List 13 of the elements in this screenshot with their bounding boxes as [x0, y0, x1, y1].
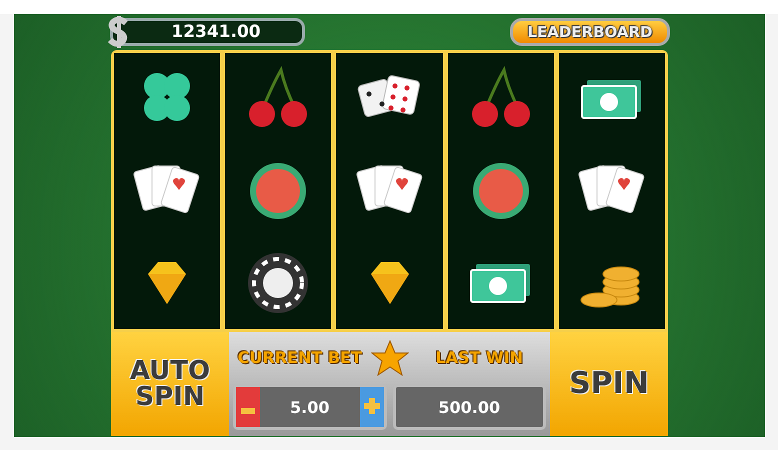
current-bet-label: CURRENT BET	[236, 349, 363, 367]
bet-amount: 5.00	[289, 398, 330, 416]
decrease-bet-button[interactable]	[236, 387, 260, 427]
increase-bet-button[interactable]	[360, 387, 384, 427]
star-icon	[370, 340, 408, 376]
plus-icon	[364, 398, 380, 414]
spin-button[interactable]: SPIN	[550, 332, 668, 436]
dollar-sign-icon	[106, 15, 130, 49]
balance-amount: 12341.00	[170, 22, 262, 42]
minus-icon	[241, 408, 255, 414]
auto-spin-button[interactable]: AUTO SPIN	[111, 332, 229, 436]
last-win-amount: 500.00	[437, 398, 502, 416]
last-win-label: LAST WIN	[434, 349, 524, 367]
